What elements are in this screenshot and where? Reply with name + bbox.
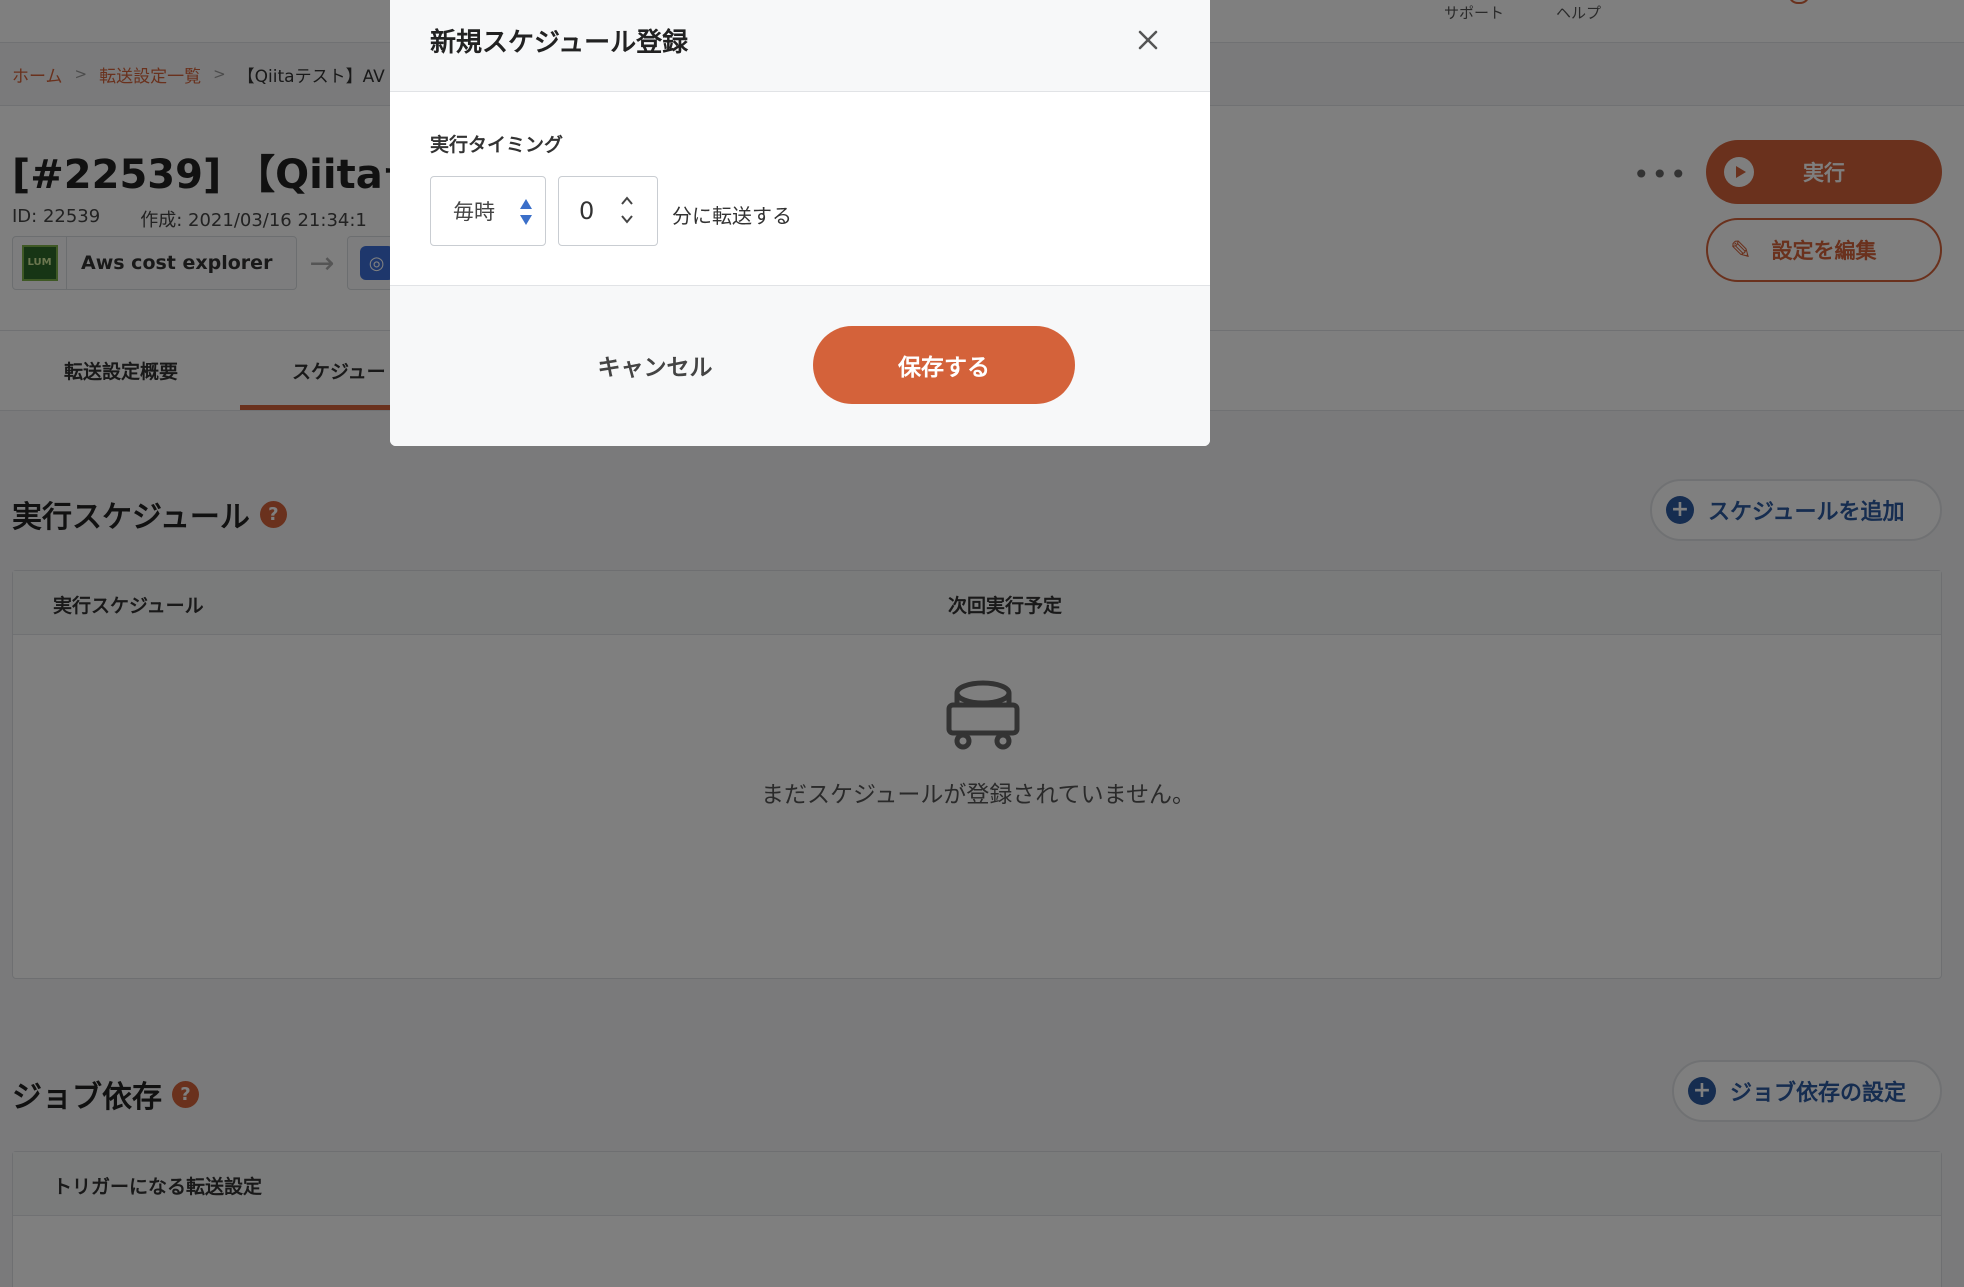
close-icon[interactable] (1130, 22, 1166, 58)
cancel-button[interactable]: キャンセル (570, 326, 740, 404)
modal-footer: キャンセル 保存する (390, 285, 1210, 446)
new-schedule-modal: 新規スケジュール登録 実行タイミング 毎時 0 分に転送する キャンセル 保存す… (390, 0, 1210, 446)
modal-header: 新規スケジュール登録 (390, 0, 1210, 92)
minute-input[interactable]: 0 (558, 176, 658, 246)
minute-value: 0 (579, 197, 595, 225)
minute-suffix: 分に転送する (672, 204, 792, 228)
page: サポート ヘルプ ホーム > 転送設定一覧 > 【Qiitaテスト】AV [#2… (0, 0, 1964, 1287)
modal-body: 実行タイミング 毎時 0 分に転送する (390, 92, 1210, 285)
save-button[interactable]: 保存する (813, 326, 1075, 404)
timing-label: 実行タイミング (430, 134, 564, 156)
spinner-arrows-icon[interactable] (619, 193, 635, 227)
frequency-value: 毎時 (453, 200, 495, 224)
frequency-select[interactable]: 毎時 (430, 176, 546, 246)
select-arrows-icon (520, 199, 532, 225)
modal-title: 新規スケジュール登録 (430, 28, 689, 58)
